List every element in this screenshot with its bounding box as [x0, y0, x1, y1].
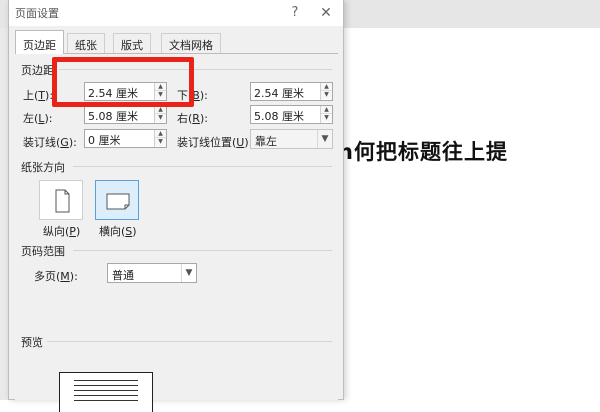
close-button[interactable]: ✕ — [316, 3, 336, 23]
bottom-margin-value: 2.54 厘米 — [254, 87, 304, 100]
right-margin-spinner: ▲ ▼ — [320, 106, 332, 123]
preview-section-divider — [47, 341, 332, 342]
pages-section-divider — [73, 250, 332, 251]
help-button[interactable]: ? — [285, 3, 305, 23]
preview-page — [59, 372, 153, 412]
bottom-margin-up-icon[interactable]: ▲ — [321, 83, 332, 91]
annotation-highlight-box — [52, 57, 194, 107]
left-margin-value: 5.08 厘米 — [88, 110, 138, 123]
multiple-pages-value: 普通 — [112, 269, 134, 282]
gutter-down-icon[interactable]: ▼ — [155, 138, 166, 146]
preview-line — [74, 380, 138, 381]
orientation-section-title: 纸张方向 — [21, 161, 65, 174]
dialog-title: 页面设置 — [15, 7, 59, 20]
preview-line — [74, 385, 138, 386]
landscape-label: 横向(S) — [99, 225, 137, 238]
left-margin-label: 左(L): — [23, 112, 53, 125]
right-margin-value: 5.08 厘米 — [254, 110, 304, 123]
orientation-section-divider — [73, 166, 332, 167]
portrait-label: 纵向(P) — [43, 225, 81, 238]
left-margin-up-icon[interactable]: ▲ — [155, 106, 166, 114]
bottom-margin-spinner: ▲ ▼ — [320, 83, 332, 100]
bottom-margin-input[interactable]: 2.54 厘米 ▲ ▼ — [250, 82, 333, 101]
right-margin-label: 右(R): — [177, 112, 208, 125]
gutter-spinner: ▲ ▼ — [154, 130, 166, 147]
dialog-titlebar[interactable]: 页面设置 ? ✕ — [9, 0, 343, 26]
margins-section-title: 页边距 — [21, 64, 54, 77]
landscape-page-icon — [106, 193, 130, 210]
tab-layout[interactable]: 版式 — [113, 33, 151, 53]
gutter-input[interactable]: 0 厘米 ▲ ▼ — [84, 129, 167, 148]
preview-line — [74, 400, 138, 401]
gutter-value: 0 厘米 — [88, 134, 121, 147]
preview-line — [74, 390, 138, 391]
top-margin-label: 上(T): — [23, 89, 54, 102]
portrait-page-icon — [55, 189, 70, 213]
gutter-position-label: 装订线位置(U): — [177, 136, 253, 149]
chevron-down-icon[interactable]: ▼ — [317, 130, 332, 148]
right-margin-up-icon[interactable]: ▲ — [321, 106, 332, 114]
tab-margins[interactable]: 页边距 — [15, 30, 64, 54]
preview-line — [74, 395, 138, 396]
right-margin-down-icon[interactable]: ▼ — [321, 114, 332, 122]
tab-document-grid[interactable]: 文档网格 — [161, 33, 221, 53]
right-margin-input[interactable]: 5.08 厘米 ▲ ▼ — [250, 105, 333, 124]
multiple-pages-label: 多页(M): — [34, 270, 78, 283]
landscape-button[interactable] — [95, 180, 139, 220]
multiple-pages-select[interactable]: 普通 ▼ — [107, 263, 197, 283]
document-heading: n何把标题往上提 — [338, 140, 508, 164]
preview-section-title: 预览 — [21, 336, 43, 349]
left-margin-down-icon[interactable]: ▼ — [155, 114, 166, 122]
gutter-label: 装订线(G): — [23, 136, 77, 149]
pages-section-title: 页码范围 — [21, 245, 65, 258]
left-margin-spinner: ▲ ▼ — [154, 106, 166, 123]
chevron-down-icon[interactable]: ▼ — [181, 264, 196, 282]
gutter-position-value: 靠左 — [255, 135, 277, 148]
portrait-button[interactable] — [39, 180, 83, 220]
tab-paper[interactable]: 纸张 — [67, 33, 105, 53]
bottom-margin-down-icon[interactable]: ▼ — [321, 91, 332, 99]
gutter-up-icon[interactable]: ▲ — [155, 130, 166, 138]
document-left-margin — [0, 28, 8, 400]
left-margin-input[interactable]: 5.08 厘米 ▲ ▼ — [84, 105, 167, 124]
gutter-position-select[interactable]: 靠左 ▼ — [250, 129, 333, 149]
